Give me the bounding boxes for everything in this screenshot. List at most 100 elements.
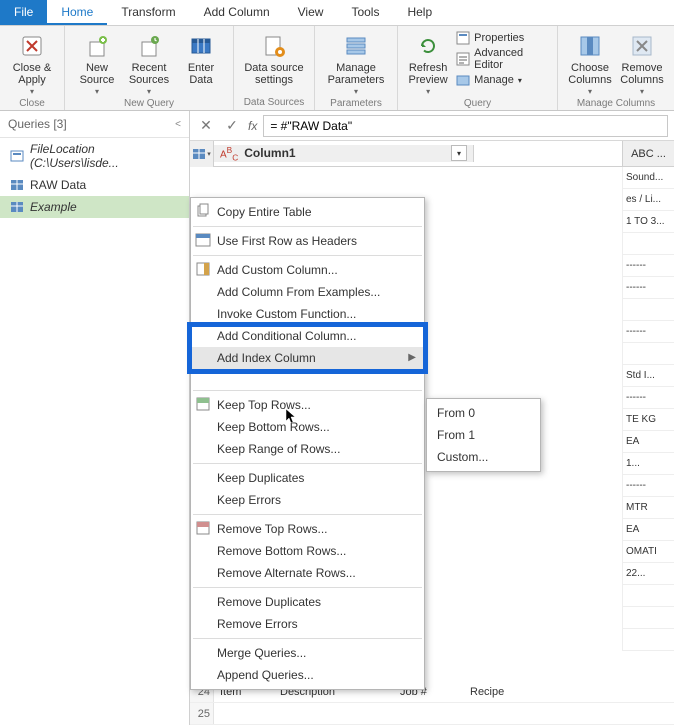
table-row[interactable]: 25 bbox=[190, 703, 674, 725]
fragment-column: ABC ... Sound...es / Li...1 TO 3...-----… bbox=[622, 141, 674, 651]
menu-remove-alternate-rows[interactable]: Remove Alternate Rows... bbox=[191, 562, 424, 584]
menu-bar: File Home Transform Add Column View Tool… bbox=[0, 0, 674, 26]
advanced-editor-button[interactable]: Advanced Editor bbox=[452, 46, 551, 72]
manage-button[interactable]: Manage ▾ bbox=[452, 72, 551, 88]
fragment-cell: ------ bbox=[622, 387, 674, 409]
tab-transform[interactable]: Transform bbox=[107, 0, 189, 25]
remove-columns-icon bbox=[628, 32, 656, 60]
menu-keep-top-rows[interactable]: Keep Top Rows... bbox=[191, 394, 424, 416]
menu-remove-bottom-rows[interactable]: Remove Bottom Rows... bbox=[191, 540, 424, 562]
ribbon-group-label: Parameters bbox=[330, 98, 382, 111]
fragment-cell: Sound... bbox=[622, 167, 674, 189]
column-filter-button[interactable]: ▾ bbox=[451, 145, 467, 161]
menu-copy-entire-table[interactable]: Copy Entire Table bbox=[191, 201, 424, 223]
column-header-column1[interactable]: ABC Column1 ▾ bbox=[214, 145, 474, 162]
table-context-menu: Copy Entire Table Use First Row as Heade… bbox=[190, 197, 425, 690]
ribbon-group-label: Close bbox=[19, 98, 45, 111]
enter-data-button[interactable]: Enter Data bbox=[175, 28, 227, 86]
menu-keep-range-rows[interactable]: Keep Range of Rows... bbox=[191, 438, 424, 460]
data-source-settings-icon bbox=[260, 32, 288, 60]
enter-data-icon bbox=[187, 32, 215, 60]
fx-label: fx bbox=[248, 119, 257, 133]
tab-add-column[interactable]: Add Column bbox=[190, 0, 284, 25]
queries-title: Queries [3] bbox=[8, 117, 67, 131]
ribbon-group-label: Query bbox=[464, 98, 491, 111]
close-apply-button[interactable]: Close & Apply▾ bbox=[6, 28, 58, 98]
menu-keep-errors[interactable]: Keep Errors bbox=[191, 489, 424, 511]
menu-keep-duplicates[interactable]: Keep Duplicates bbox=[191, 467, 424, 489]
menu-add-custom-column[interactable]: Add Custom Column... bbox=[191, 259, 424, 281]
column-name: Column1 bbox=[244, 146, 295, 160]
refresh-preview-button[interactable]: Refresh Preview▾ bbox=[404, 28, 452, 98]
submenu-arrow-icon: ▶ bbox=[408, 350, 416, 366]
fragment-cell: MTR bbox=[622, 497, 674, 519]
menu-use-first-row-headers[interactable]: Use First Row as Headers bbox=[191, 230, 424, 252]
data-source-settings-button[interactable]: Data source settings bbox=[240, 28, 308, 86]
menu-add-column-from-examples[interactable]: Add Column From Examples... bbox=[191, 281, 424, 303]
new-source-button[interactable]: New Source▾ bbox=[71, 28, 123, 98]
remove-columns-button[interactable]: Remove Columns▾ bbox=[616, 28, 668, 98]
menu-keep-bottom-rows[interactable]: Keep Bottom Rows... bbox=[191, 416, 424, 438]
column-type-icon: ABC bbox=[220, 145, 238, 162]
choose-columns-icon bbox=[576, 32, 604, 60]
fragment-cell: ------ bbox=[622, 277, 674, 299]
table-icon bbox=[10, 179, 24, 191]
formula-input[interactable] bbox=[263, 115, 668, 137]
fragment-cell: ------ bbox=[622, 321, 674, 343]
cancel-formula-button[interactable]: ✕ bbox=[196, 116, 216, 136]
headers-icon bbox=[195, 232, 211, 248]
menu-invoke-custom-function[interactable]: Invoke Custom Function... bbox=[191, 303, 424, 325]
menu-append-queries[interactable]: Append Queries... bbox=[191, 664, 424, 686]
query-item-filelocation[interactable]: FileLocation (C:\Users\lisde... bbox=[0, 138, 189, 174]
accept-formula-button[interactable]: ✓ bbox=[222, 116, 242, 136]
fragment-cell: 1... bbox=[622, 453, 674, 475]
fragment-cell bbox=[622, 233, 674, 255]
recent-sources-button[interactable]: Recent Sources▾ bbox=[123, 28, 175, 98]
collapse-pane-button[interactable]: < bbox=[175, 119, 181, 130]
tab-home[interactable]: Home bbox=[47, 0, 107, 25]
column-header-row: ▾ ABC Column1 ▾ bbox=[190, 141, 674, 167]
menu-remove-duplicates[interactable]: Remove Duplicates bbox=[191, 591, 424, 613]
fragment-cell: EA bbox=[622, 431, 674, 453]
fragment-cell: Std I... bbox=[622, 365, 674, 387]
fragment-cell bbox=[622, 607, 674, 629]
query-item-label: Example bbox=[30, 200, 77, 214]
fragment-cell: OMATI bbox=[622, 541, 674, 563]
add-index-submenu: From 0 From 1 Custom... bbox=[426, 398, 541, 472]
cell: Recipe bbox=[464, 681, 534, 702]
menu-remove-top-rows[interactable]: Remove Top Rows... bbox=[191, 518, 424, 540]
fragment-cell: 1 TO 3... bbox=[622, 211, 674, 233]
menu-add-conditional-column[interactable]: Add Conditional Column... bbox=[191, 325, 424, 347]
fragment-cell bbox=[622, 629, 674, 651]
fragment-cell: es / Li... bbox=[622, 189, 674, 211]
fragment-cell bbox=[622, 299, 674, 321]
ribbon-group-datasources: Data source settings Data Sources bbox=[234, 26, 315, 110]
tab-help[interactable]: Help bbox=[393, 0, 446, 25]
tab-tools[interactable]: Tools bbox=[337, 0, 393, 25]
properties-button[interactable]: Properties bbox=[452, 30, 551, 46]
close-apply-icon bbox=[18, 32, 46, 60]
query-item-rawdata[interactable]: RAW Data bbox=[0, 174, 189, 196]
tab-file[interactable]: File bbox=[0, 0, 47, 25]
query-item-example[interactable]: Example bbox=[0, 196, 189, 218]
menu-hidden-item[interactable] bbox=[191, 369, 424, 387]
manage-parameters-icon bbox=[342, 32, 370, 60]
ribbon: Close & Apply▾ Close New Source▾ Recent … bbox=[0, 26, 674, 111]
submenu-custom[interactable]: Custom... bbox=[427, 446, 540, 468]
submenu-from-0[interactable]: From 0 bbox=[427, 402, 540, 424]
choose-columns-button[interactable]: Choose Columns▾ bbox=[564, 28, 616, 98]
table-icon bbox=[10, 201, 24, 213]
menu-remove-errors[interactable]: Remove Errors bbox=[191, 613, 424, 635]
tab-view[interactable]: View bbox=[284, 0, 338, 25]
table-corner-button[interactable]: ▾ bbox=[190, 141, 214, 167]
copy-icon bbox=[195, 203, 211, 219]
menu-merge-queries[interactable]: Merge Queries... bbox=[191, 642, 424, 664]
submenu-from-1[interactable]: From 1 bbox=[427, 424, 540, 446]
manage-parameters-button[interactable]: Manage Parameters▾ bbox=[321, 28, 391, 98]
new-source-icon bbox=[83, 32, 111, 60]
menu-add-index-column[interactable]: Add Index Column▶ bbox=[191, 347, 424, 369]
ribbon-group-label: Data Sources bbox=[244, 97, 305, 110]
keep-top-icon bbox=[195, 396, 211, 412]
manage-icon bbox=[456, 73, 470, 87]
fragment-cell: EA bbox=[622, 519, 674, 541]
